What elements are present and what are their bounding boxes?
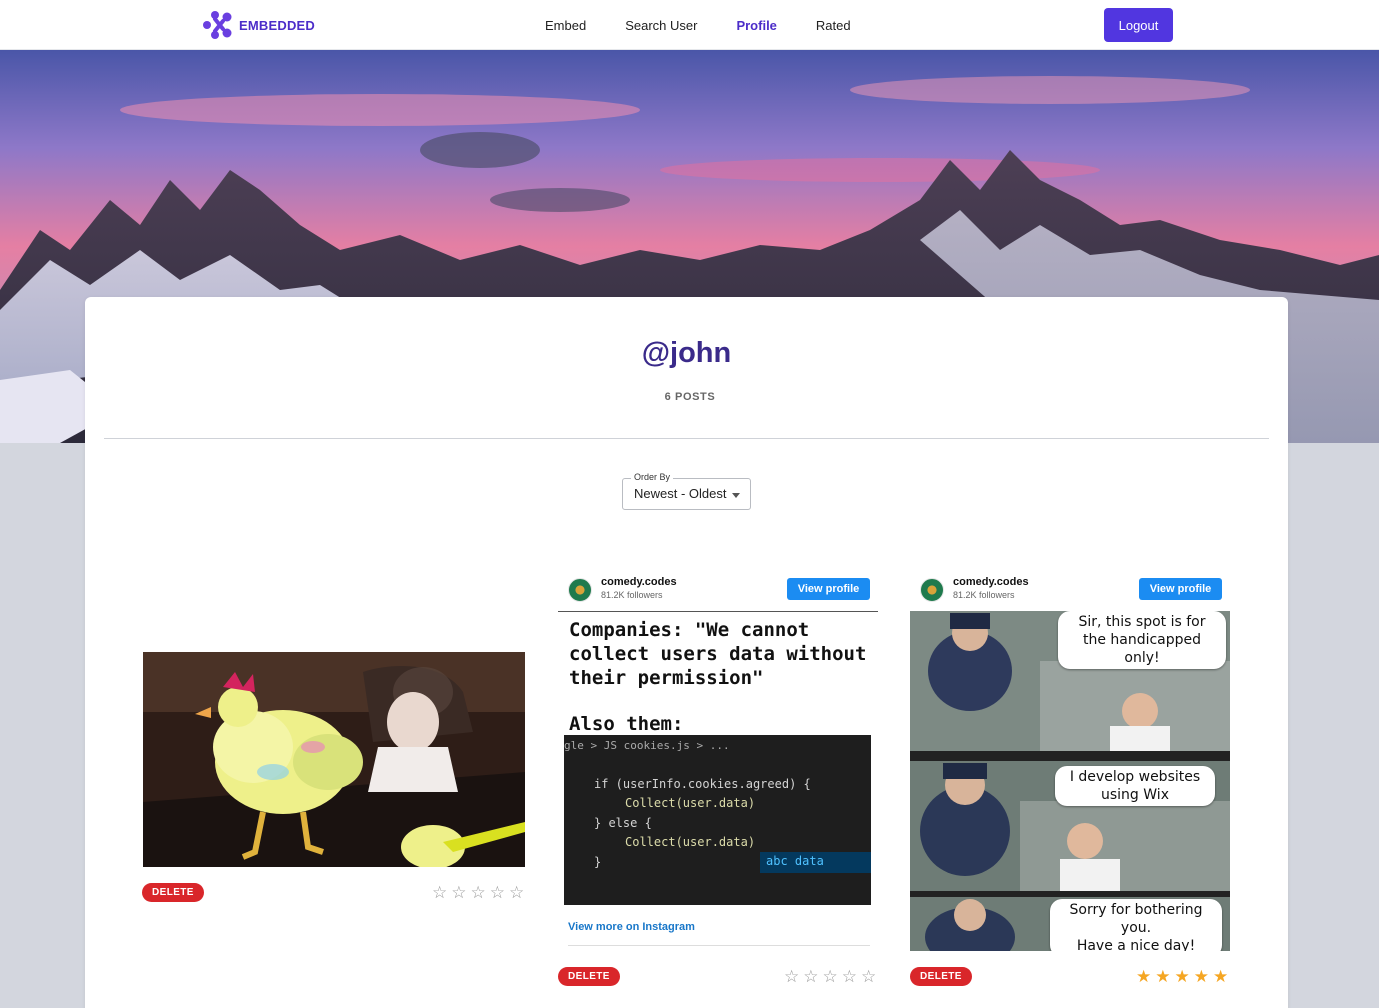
star-icon[interactable]: ☆ [471,884,486,901]
comic-panel: I develop websites using Wix [910,761,1230,891]
brand-logo[interactable]: EMBEDDED [201,9,315,41]
instagram-followers: 81.2K followers [953,590,1015,600]
code-screenshot: gle > JS cookies.js > ... if (userInfo.c… [564,735,871,905]
star-icon[interactable]: ☆ [509,884,524,901]
divider [104,438,1269,439]
star-icon[interactable]: ☆ [823,968,838,985]
instagram-account-name[interactable]: comedy.codes [601,576,677,588]
order-by-value: Newest - Oldest [634,486,727,501]
nav-links: Embed Search User Profile Rated [545,0,890,50]
delete-post-button[interactable]: DELETE [910,967,972,986]
star-icon[interactable]: ★ [1194,968,1209,985]
instagram-embed: comedy.codes 81.2K followers View profil… [558,571,878,953]
post-1-gif[interactable] [143,652,525,867]
instagram-embed: comedy.codes 81.2K followers View profil… [910,571,1230,953]
profile-username: @john [641,337,732,369]
star-icon[interactable]: ★ [1175,968,1190,985]
star-icon[interactable]: ☆ [861,968,876,985]
star-icon[interactable]: ★ [1213,968,1228,985]
brand-name: EMBEDDED [239,17,315,33]
star-icon[interactable]: ☆ [451,884,466,901]
instagram-avatar[interactable] [568,578,592,602]
instagram-account-name[interactable]: comedy.codes [953,576,1029,588]
view-profile-button[interactable]: View profile [1139,578,1222,600]
code-line: } else { [594,816,652,830]
code-line: } [594,855,602,869]
code-line: if (userInfo.cookies.agreed) { [594,777,811,791]
comic-panel: Sir, this spot is for the handicapped on… [910,611,1230,751]
nav-link-search-user[interactable]: Search User [625,18,697,33]
order-by-select[interactable]: Order By Newest - Oldest [622,472,751,510]
meme-caption: Companies: "We cannot collect users data… [569,619,867,689]
baby-chicken-toy-image [143,652,525,867]
rating-stars: ★ ★ ★ ★ ★ [1136,968,1228,985]
instagram-avatar[interactable] [920,578,944,602]
nav-link-embed[interactable]: Embed [545,18,586,33]
speech-bubble: Sir, this spot is for the handicapped on… [1058,611,1226,669]
logout-button[interactable]: Logout [1104,8,1173,42]
star-icon[interactable]: ☆ [803,968,818,985]
code-breadcrumb: gle > JS cookies.js > ... [564,739,730,752]
star-icon[interactable]: ☆ [784,968,799,985]
embedded-logo-icon [203,11,232,39]
delete-post-button[interactable]: DELETE [142,883,204,902]
view-profile-button[interactable]: View profile [787,578,870,600]
star-icon[interactable]: ☆ [490,884,505,901]
star-icon[interactable]: ★ [1155,968,1170,985]
instagram-header: comedy.codes 81.2K followers View profil… [558,571,878,611]
caret-down-icon [732,493,740,498]
star-icon[interactable]: ☆ [842,968,857,985]
code-line: Collect(user.data) [625,835,756,849]
nav-link-profile[interactable]: Profile [736,18,776,33]
posts-count: 6 POSTS [664,391,716,403]
comic-panel: Sorry for bothering you. Have a nice day… [910,897,1230,951]
instagram-followers: 81.2K followers [601,590,663,600]
police-comic-image[interactable]: Sir, this spot is for the handicapped on… [910,611,1230,951]
rating-stars: ☆ ☆ ☆ ☆ ☆ [432,884,524,901]
speech-bubble: I develop websites using Wix [1055,766,1215,806]
profile-card: @john 6 POSTS Order By Newest - Oldest D… [85,297,1288,1008]
meme-caption-2: Also them: [569,713,684,735]
instagram-header: comedy.codes 81.2K followers View profil… [910,571,1230,611]
divider [568,945,870,946]
view-more-instagram-link[interactable]: View more on Instagram [568,921,695,933]
star-icon[interactable]: ☆ [432,884,447,901]
nav-link-rated[interactable]: Rated [816,18,851,33]
speech-bubble: Sorry for bothering you. Have a nice day… [1050,899,1222,951]
code-line: Collect(user.data) [625,796,756,810]
divider [558,611,878,612]
rating-stars: ☆ ☆ ☆ ☆ ☆ [784,968,876,985]
star-icon[interactable]: ★ [1136,968,1151,985]
top-navbar: EMBEDDED Embed Search User Profile Rated… [0,0,1379,50]
delete-post-button[interactable]: DELETE [558,967,620,986]
autocomplete-suggestion: abc data [760,852,871,873]
order-by-label: Order By [631,472,674,482]
